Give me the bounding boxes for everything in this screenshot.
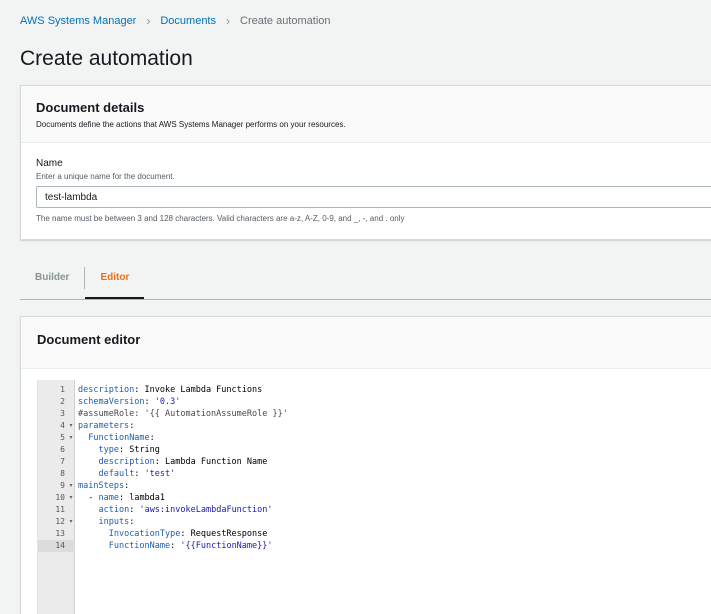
fold-arrow-icon[interactable]: ▾ xyxy=(67,516,75,528)
document-details-header: Document details Documents define the ac… xyxy=(21,86,711,143)
code-token: schemaVersion xyxy=(78,397,145,407)
code-token: '0.3' xyxy=(154,397,181,407)
document-details-description: Documents define the actions that AWS Sy… xyxy=(36,120,346,129)
code-token: : String xyxy=(118,445,160,455)
code-line: schemaVersion: '0.3' xyxy=(78,396,180,408)
name-field: Name Enter a unique name for the documen… xyxy=(21,143,711,224)
line-number: 2 xyxy=(60,397,65,406)
code-token: 'test' xyxy=(144,469,176,479)
document-details-title: Document details xyxy=(36,100,145,115)
code-token: '{{FunctionName}}' xyxy=(180,541,273,551)
code-token: : xyxy=(144,397,155,407)
code-line: InvocationType: RequestResponse xyxy=(78,528,268,540)
document-details-panel: Document details Documents define the ac… xyxy=(20,85,711,240)
code-token: : xyxy=(170,541,181,551)
code-line: FunctionName: xyxy=(78,432,155,444)
code-token: : xyxy=(129,505,140,515)
line-number: 7 xyxy=(60,457,65,466)
code-token: : xyxy=(129,517,135,527)
code-token: 'aws:invokeLambdaFunction' xyxy=(139,505,273,515)
code-token: description xyxy=(78,385,135,395)
line-number: 9 xyxy=(60,481,65,490)
breadcrumb-documents[interactable]: Documents xyxy=(160,14,216,28)
editor-gutter: 1 2 3 4 ▾ 5 ▾ 6 7 8 9 ▾ 10 ▾ 11 12 ▾ 13 14 xyxy=(38,380,75,614)
line-number: 11 xyxy=(55,505,65,514)
line-number: 13 xyxy=(55,529,65,538)
code-line: inputs: xyxy=(78,516,134,528)
line-number: 8 xyxy=(60,469,65,478)
code-line: mainSteps: xyxy=(78,480,129,492)
code-token: : Invoke Lambda Functions xyxy=(134,385,263,395)
fold-arrow-icon[interactable]: ▾ xyxy=(67,492,75,504)
code-token: : xyxy=(124,481,130,491)
code-token: type xyxy=(98,445,119,455)
code-token: : xyxy=(149,433,155,443)
document-editor-title: Document editor xyxy=(37,332,141,347)
code-line: parameters: xyxy=(78,420,134,432)
fold-arrow-icon[interactable]: ▾ xyxy=(67,480,75,492)
name-description: Enter a unique name for the document. xyxy=(36,172,175,181)
code-token: : xyxy=(134,469,145,479)
code-token: FunctionName xyxy=(88,433,150,443)
code-token: : lambda1 xyxy=(118,493,166,503)
name-constraint-text: The name must be between 3 and 128 chara… xyxy=(36,214,405,223)
name-label: Name xyxy=(36,158,63,169)
code-token: mainSteps xyxy=(78,481,125,491)
code-token: #assumeRole: '{{ AutomationAssumeRole }}… xyxy=(78,409,288,419)
document-editor-header: Document editor xyxy=(21,317,711,369)
fold-arrow-icon[interactable]: ▾ xyxy=(67,432,75,444)
code-token: - xyxy=(78,493,99,503)
breadcrumb-current: Create automation xyxy=(240,15,331,27)
code-token: FunctionName xyxy=(108,541,171,551)
line-number: 10 xyxy=(55,493,65,502)
code-line: type: String xyxy=(78,444,160,456)
tab-builder[interactable]: Builder xyxy=(20,264,84,299)
code-token: inputs xyxy=(98,517,130,527)
code-token: : xyxy=(129,421,135,431)
code-token: parameters xyxy=(78,421,130,431)
code-line: description: Invoke Lambda Functions xyxy=(78,384,262,396)
code-token: InvocationType xyxy=(108,529,181,539)
code-token: : RequestResponse xyxy=(180,529,268,539)
code-line: #assumeRole: '{{ AutomationAssumeRole }}… xyxy=(78,408,288,420)
code-line: - name: lambda1 xyxy=(78,492,165,504)
code-token: default xyxy=(98,469,135,479)
code-token: : Lambda Function Name xyxy=(154,457,268,467)
code-line: description: Lambda Function Name xyxy=(78,456,267,468)
breadcrumb-systems-manager[interactable]: AWS Systems Manager xyxy=(20,14,136,28)
breadcrumb: AWS Systems Manager › Documents › Create… xyxy=(20,14,331,28)
code-line: FunctionName: '{{FunctionName}}' xyxy=(78,540,273,552)
name-input[interactable] xyxy=(36,186,711,208)
code-token: action xyxy=(98,505,130,515)
code-editor[interactable]: 1 2 3 4 ▾ 5 ▾ 6 7 8 9 ▾ 10 ▾ 11 12 ▾ 13 14 description: In… xyxy=(37,380,711,614)
page-title: Create automation xyxy=(20,47,193,70)
chevron-right-icon: › xyxy=(226,14,230,28)
line-number: 4 xyxy=(60,421,65,430)
line-number: 12 xyxy=(55,517,65,526)
code-line: default: 'test' xyxy=(78,468,175,480)
code-line: action: 'aws:invokeLambdaFunction' xyxy=(78,504,273,516)
chevron-right-icon: › xyxy=(146,14,151,28)
code-token: name xyxy=(98,493,119,503)
line-number: 5 xyxy=(60,433,65,442)
line-number: 1 xyxy=(60,385,65,394)
document-editor-panel: Document editor 1 2 3 4 ▾ 5 ▾ 6 7 8 9 ▾ 10 ▾ 11 12 ▾ 13 14… xyxy=(20,316,711,614)
code-token: description xyxy=(98,457,155,467)
line-number: 14 xyxy=(55,541,65,550)
fold-arrow-icon[interactable]: ▾ xyxy=(67,420,75,432)
line-number: 3 xyxy=(60,409,65,418)
line-number: 6 xyxy=(60,445,65,454)
tab-bar: Builder Editor xyxy=(20,264,711,300)
tab-editor[interactable]: Editor xyxy=(85,264,145,299)
